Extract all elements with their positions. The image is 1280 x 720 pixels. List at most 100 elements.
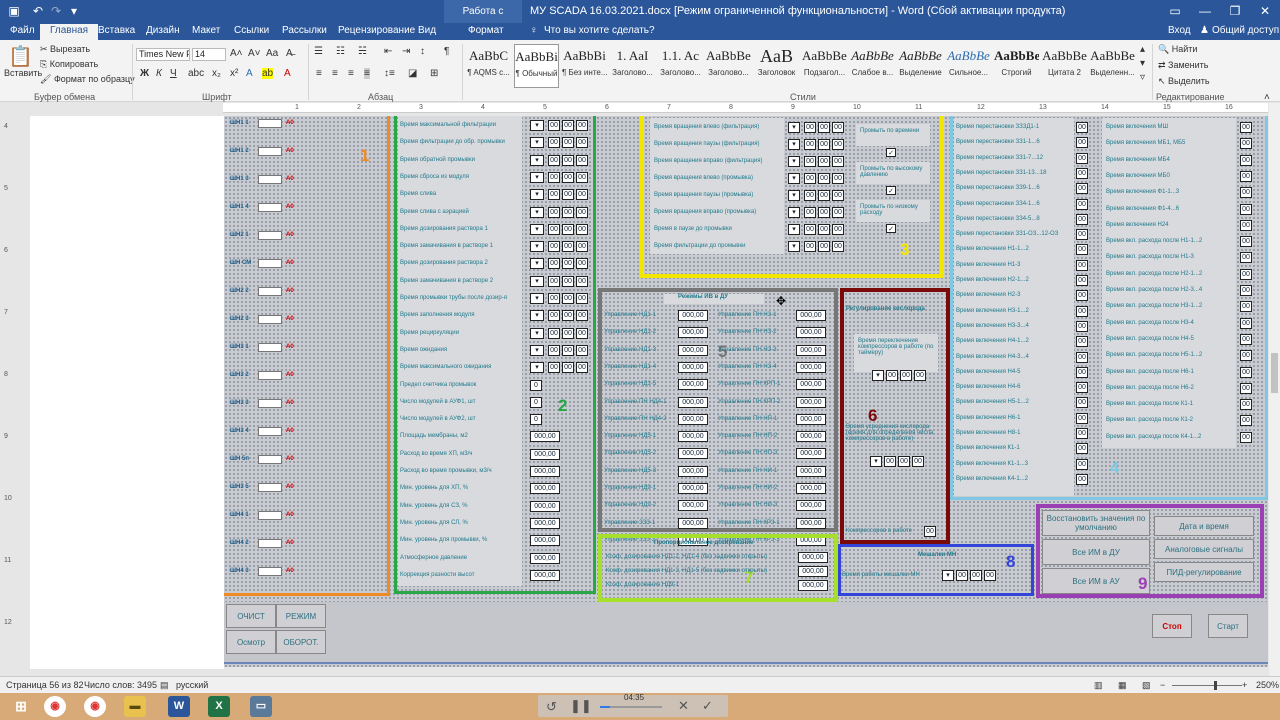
value-field[interactable]: 000,00	[796, 413, 826, 425]
confirm-icon[interactable]: ✓	[702, 698, 713, 714]
time-field[interactable]: 00	[804, 139, 816, 150]
time-field[interactable]: 00	[562, 310, 574, 322]
time-field[interactable]: 00	[562, 327, 574, 339]
time-field[interactable]: 00	[1076, 244, 1088, 256]
underline-icon[interactable]: Ч	[170, 68, 177, 79]
word-icon[interactable]: W	[168, 696, 190, 717]
time-field[interactable]: ▾	[530, 344, 544, 356]
bottom-button[interactable]: РЕЖИМ	[276, 604, 326, 628]
shading-icon[interactable]: ◪	[408, 68, 417, 79]
time-field[interactable]: ▾	[530, 275, 544, 287]
valve-state-box[interactable]	[258, 371, 282, 380]
align-left-icon[interactable]: ≡	[316, 68, 322, 79]
time-field[interactable]: ▾	[788, 207, 800, 218]
time-field[interactable]: 00	[562, 258, 574, 270]
option-checkbox[interactable]: ✓	[886, 224, 896, 233]
horizontal-ruler[interactable]: 1 2 3 4 5 6 7 8 9 10 11 12 13 14 15 16	[223, 103, 1268, 113]
time-field[interactable]: 00	[1240, 252, 1252, 264]
value-field[interactable]: 000,00	[678, 448, 708, 460]
value-field[interactable]: 000,00	[530, 431, 560, 443]
time-field[interactable]: 00	[576, 120, 588, 131]
paste-button[interactable]: Вставить	[4, 68, 42, 78]
valve-state-box[interactable]	[258, 147, 282, 156]
option-checkbox[interactable]: ✓	[886, 148, 896, 157]
ribbon-display-icon[interactable]: ▭	[1160, 0, 1190, 23]
time-field[interactable]: 00	[1240, 138, 1252, 150]
time-field[interactable]: 00	[832, 156, 844, 167]
valve-state-box[interactable]	[258, 455, 282, 464]
time-field[interactable]: 00	[548, 171, 560, 183]
styles-scroll-up-icon[interactable]: ▴	[1140, 44, 1145, 55]
time-field[interactable]: 00	[818, 122, 830, 133]
paste-icon[interactable]: 📋	[8, 44, 33, 68]
file-explorer-icon[interactable]: ▬	[124, 696, 146, 717]
time-field[interactable]: 00	[548, 189, 560, 201]
zoom-slider[interactable]	[1172, 685, 1242, 686]
time-field[interactable]: 00	[562, 223, 574, 235]
time-field[interactable]: 00	[1240, 350, 1252, 362]
value-field[interactable]: 000,00	[530, 552, 560, 564]
action-button[interactable]: Все ИМ в ДУ	[1042, 539, 1150, 565]
time-field[interactable]: ▾	[788, 241, 800, 252]
pilcrow-icon[interactable]: ¶	[444, 46, 449, 57]
superscript-icon[interactable]: x²	[230, 68, 238, 79]
time-field[interactable]: ▾	[530, 223, 544, 235]
copy-button[interactable]: ⎘ Копировать	[40, 59, 98, 70]
time-field[interactable]: 00	[1240, 170, 1252, 182]
time-field[interactable]: 00	[900, 370, 912, 381]
value-field[interactable]: 000,00	[796, 448, 826, 460]
option-checkbox[interactable]: ✓	[886, 186, 896, 195]
value-field[interactable]: 000,00	[796, 465, 826, 477]
time-field[interactable]: 00	[832, 224, 844, 235]
value-field[interactable]: 000,00	[530, 448, 560, 460]
replace-button[interactable]: ⇄ Заменить	[1158, 60, 1209, 71]
time-field[interactable]: 00	[1076, 473, 1088, 485]
vertical-scrollbar[interactable]	[1269, 103, 1280, 676]
tab-mailings[interactable]: Рассылки	[282, 25, 327, 36]
replay-icon[interactable]: ↺	[546, 699, 557, 715]
grow-font-icon[interactable]: A˄	[230, 48, 243, 59]
time-field[interactable]: 00	[1076, 198, 1088, 210]
tab-format[interactable]: Формат	[468, 25, 504, 36]
value-field[interactable]: 000,00	[678, 344, 708, 356]
value-field[interactable]: 000,00	[796, 431, 826, 443]
tab-file[interactable]: Файл	[10, 25, 35, 36]
time-field[interactable]: 00	[1076, 336, 1088, 348]
style-item[interactable]: 1. AaI Заголово...	[610, 44, 655, 88]
time-field[interactable]: 00	[1240, 399, 1252, 411]
valve-state-box[interactable]	[258, 343, 282, 352]
time-field[interactable]: 00	[970, 570, 982, 581]
photos-icon[interactable]: ▭	[250, 696, 272, 717]
time-field[interactable]: ▾	[788, 156, 800, 167]
time-field[interactable]: 00	[832, 173, 844, 184]
time-field[interactable]: 00	[548, 223, 560, 235]
tab-layout[interactable]: Макет	[192, 25, 220, 36]
time-field[interactable]: 00	[818, 224, 830, 235]
time-field[interactable]: ▾	[870, 456, 882, 467]
stop-button[interactable]: Стоп	[1152, 614, 1192, 638]
value-field[interactable]: 000,00	[678, 310, 708, 321]
value-field[interactable]: 000,00	[678, 465, 708, 477]
cut-button[interactable]: ✂ Вырезать	[40, 44, 90, 55]
time-field[interactable]: 00	[1240, 203, 1252, 215]
time-field[interactable]: 00	[562, 206, 574, 218]
zoom-in-icon[interactable]: +	[1242, 680, 1247, 690]
value-field[interactable]: 000,00	[530, 517, 560, 529]
value-field[interactable]: 000,00	[796, 310, 826, 321]
value-field[interactable]: 000,00	[796, 327, 826, 339]
style-item[interactable]: AaBbBeF Заголово...	[706, 44, 751, 88]
time-field[interactable]: ▾	[530, 327, 544, 339]
value-field[interactable]: 000,00	[796, 483, 826, 494]
font-name-field[interactable]: Times New F	[136, 48, 190, 61]
time-field[interactable]: 00	[912, 456, 924, 467]
time-field[interactable]: 00	[576, 327, 588, 339]
time-field[interactable]: 00	[1076, 229, 1088, 241]
tab-home[interactable]: Главная	[40, 24, 99, 40]
time-field[interactable]: 00	[804, 207, 816, 218]
time-field[interactable]: 00	[1240, 187, 1252, 199]
value-field[interactable]: 000,00	[798, 580, 828, 591]
font-color-icon[interactable]: A	[284, 68, 291, 79]
style-item[interactable]: AaBbBi ¶ Без инте...	[562, 44, 607, 88]
valve-state-box[interactable]	[258, 539, 282, 548]
time-field[interactable]: ▾	[530, 293, 544, 304]
